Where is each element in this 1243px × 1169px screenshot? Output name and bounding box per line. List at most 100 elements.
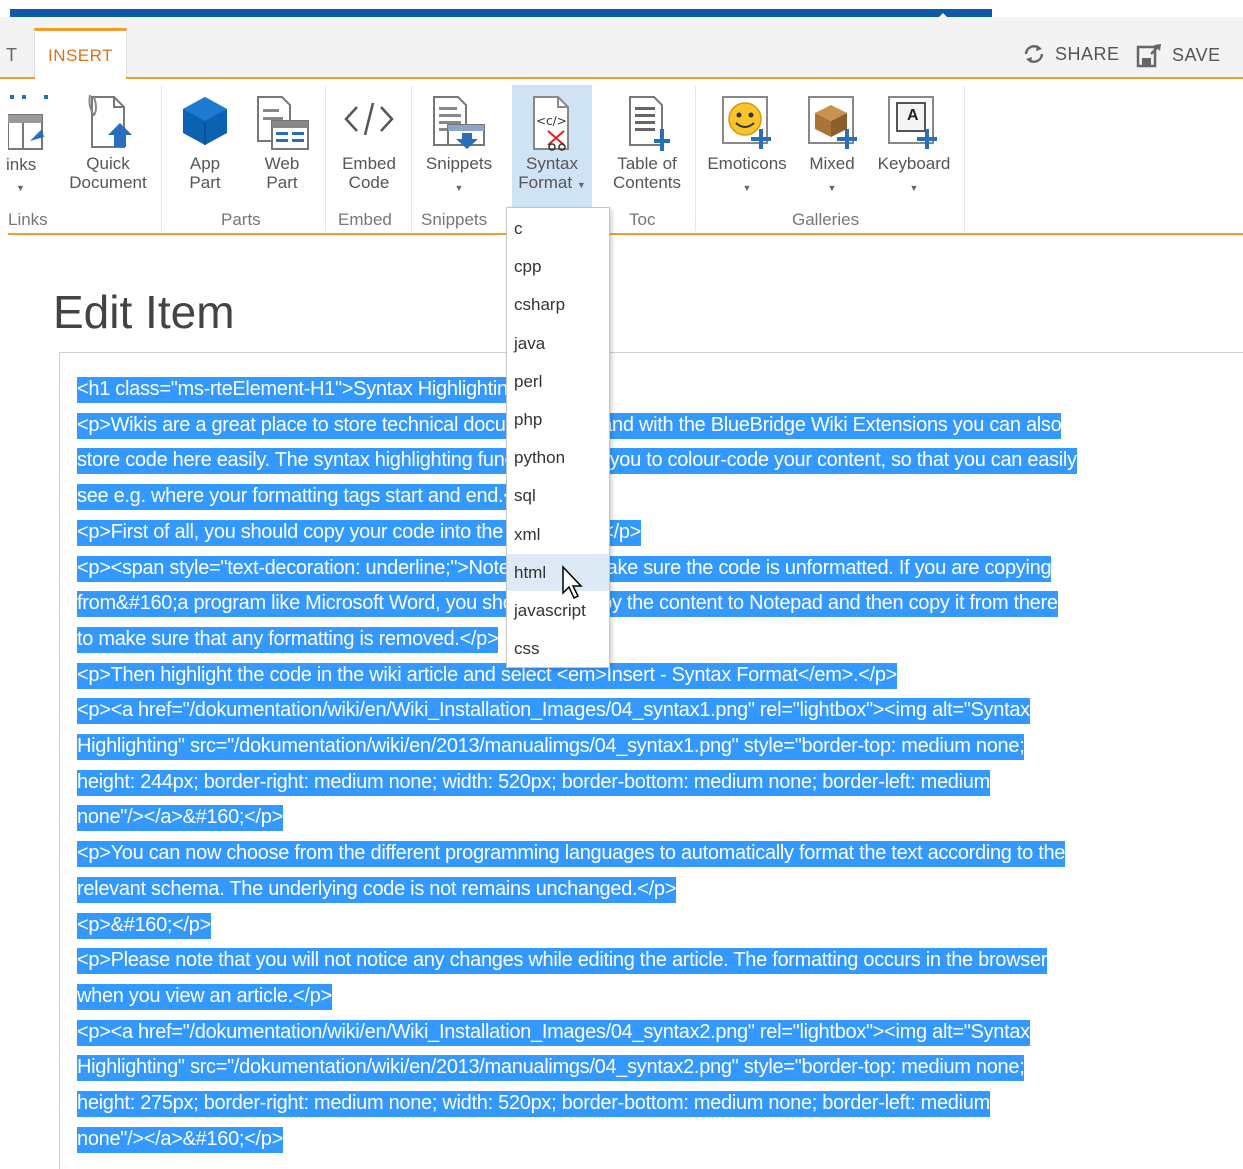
syntax-option-java[interactable]: java [507, 325, 609, 362]
keyboard-dropdown-arrow: ▼ [909, 183, 919, 193]
mouse-cursor-icon [562, 565, 583, 600]
mixed-dropdown-arrow: ▼ [827, 183, 837, 193]
snippets-icon [433, 96, 485, 149]
editor-line[interactable]: <p>Please note that you will not notice … [77, 943, 1243, 979]
emoticons-label: Emoticons [707, 154, 787, 173]
quick-document-label-1: Quick [86, 154, 130, 173]
editor-line[interactable]: none"/></a>&#160;</p> [77, 800, 1243, 836]
editor-line-text: see e.g. where your formatting tags star… [77, 484, 543, 511]
editor-line-text: when you view an article.</p> [77, 983, 332, 1010]
mixed-icon [808, 96, 857, 149]
galleries-group-label: Galleries [792, 210, 860, 229]
editor-line[interactable]: <p>Wikis are a great place to store tech… [77, 408, 1243, 444]
snippets-dropdown-arrow: ▼ [454, 183, 464, 193]
editor-line-text: height: 244px; border-right: medium none… [77, 769, 990, 796]
syntax-format-icon: <c/> [533, 96, 569, 151]
mixed-button[interactable]: Mixed ▼ [801, 93, 863, 205]
snippets-button[interactable]: Snippets ▼ [420, 93, 498, 205]
svg-text:<c/>: <c/> [536, 114, 567, 128]
syntax-format-dropdown-arrow: ▼ [576, 180, 586, 190]
syntax-format-button[interactable]: <c/> Syntax Format ▼ [512, 93, 592, 205]
syntax-option-perl[interactable]: perl [507, 363, 609, 400]
keyboard-key-letter: A [907, 107, 919, 124]
editor-line[interactable]: <p>You can now choose from the different… [77, 836, 1243, 872]
quick-document-button[interactable]: Quick Document [62, 93, 154, 205]
syntax-format-label-1: Syntax [526, 154, 578, 173]
emoticons-button[interactable]: Emoticons ▼ [703, 93, 791, 205]
syntax-option-php[interactable]: php [507, 401, 609, 438]
share-icon [1024, 45, 1044, 63]
editor-line-text: height: 275px; border-right: medium none… [77, 1091, 990, 1118]
snippets-group-label: Snippets [421, 210, 488, 229]
editor-line[interactable]: <p>First of all, you should copy your co… [77, 515, 1243, 551]
editor-line-text: <p><a href="/dokumentation/wiki/en/Wiki_… [77, 1019, 1030, 1046]
app-part-label-1: App [189, 154, 221, 173]
syntax-option-javascript[interactable]: javascript [507, 592, 609, 629]
syntax-option-xml[interactable]: xml [507, 516, 609, 553]
parts-group-label: Parts [221, 210, 261, 229]
syntax-option-python[interactable]: python [507, 439, 609, 476]
editor-line[interactable]: when you view an article.</p> [77, 979, 1243, 1015]
editor-line[interactable]: <p><a href="/dokumentation/wiki/en/Wiki_… [77, 693, 1243, 729]
editor-line-text: to make sure that any formatting is remo… [77, 626, 499, 653]
editor-line[interactable]: height: 244px; border-right: medium none… [77, 765, 1243, 801]
editor-line-text: <p><a href="/dokumentation/wiki/en/Wiki_… [77, 698, 1030, 725]
syntax-format-dropdown: c cpp csharp java perl php python sql xml html jav… [506, 207, 610, 668]
toc-group-label: Toc [629, 210, 656, 229]
editor-line[interactable]: Highlighting" src="/dokumentation/wiki/e… [77, 729, 1243, 765]
links-button[interactable]: inks ▼ [6, 93, 48, 205]
quick-document-icon [88, 94, 132, 148]
share-label: SHARE [1055, 43, 1120, 64]
web-part-icon [257, 96, 309, 150]
quick-document-label-2: Document [69, 173, 147, 192]
editor-line[interactable]: height: 275px; border-right: medium none… [77, 1086, 1243, 1122]
keyboard-button[interactable]: A Keyboard ▼ [873, 93, 955, 205]
editor-line[interactable]: <p><a href="/dokumentation/wiki/en/Wiki_… [77, 1015, 1243, 1051]
editor-line-text: <p>You can now choose from the different… [77, 841, 1065, 868]
table-of-contents-icon [629, 96, 670, 151]
keyboard-label: Keyboard [877, 154, 951, 173]
group-separator [695, 86, 696, 231]
table-of-contents-button[interactable]: Table of Contents [606, 93, 688, 205]
share-button[interactable]: SHARE [1021, 42, 1120, 66]
table-of-contents-label-2: Contents [612, 173, 682, 192]
links-dropdown-arrow: ▼ [16, 183, 25, 193]
editor-line[interactable]: see e.g. where your formatting tags star… [77, 479, 1243, 515]
links-label: inks [6, 155, 37, 174]
app-part-button[interactable]: App Part [177, 93, 233, 205]
syntax-option-cpp[interactable]: cpp [507, 248, 609, 285]
embed-group-label: Embed [338, 210, 392, 229]
editor-line[interactable]: <h1 class="ms-rteElement-H1">Syntax High… [77, 372, 1243, 408]
editor-line-text: relevant schema. The underlying code is … [77, 876, 676, 903]
editor-line[interactable]: <p>&#160;</p> [77, 908, 1243, 944]
syntax-option-c[interactable]: c [507, 210, 609, 247]
syntax-option-csharp[interactable]: csharp [507, 286, 609, 323]
editor-line[interactable]: to make sure that any formatting is remo… [77, 622, 1243, 658]
web-part-button[interactable]: Web Part [253, 93, 311, 205]
snippets-label: Snippets [425, 154, 493, 173]
editor-line[interactable]: store code here easily. The syntax highl… [77, 443, 1243, 479]
ribbon-bottom-border [8, 233, 1243, 235]
page-title: Edit Item [53, 286, 235, 338]
editor-line[interactable]: none"/></a>&#160;</p> [77, 1122, 1243, 1158]
editor-line[interactable]: <p><span style="text-decoration: underli… [77, 551, 1243, 587]
editor-line[interactable]: relevant schema. The underlying code is … [77, 872, 1243, 908]
syntax-option-sql[interactable]: sql [507, 477, 609, 514]
tab-insert[interactable]: INSERT [34, 28, 127, 78]
web-part-label-1: Web [264, 154, 300, 173]
editor-line[interactable]: Highlighting" src="/dokumentation/wiki/e… [77, 1050, 1243, 1086]
syntax-option-css[interactable]: css [507, 630, 609, 667]
syntax-format-label-2-text: Format [518, 173, 573, 192]
emoticons-dropdown-arrow: ▼ [742, 183, 752, 193]
editor-line-text: <p>Please note that you will not notice … [77, 948, 1047, 975]
save-button[interactable]: SAVE [1136, 42, 1221, 68]
editor-line[interactable]: from&#160;a program like Microsoft Word,… [77, 586, 1243, 622]
syntax-option-html[interactable]: html [507, 553, 609, 591]
editor-line-text: Highlighting" src="/dokumentation/wiki/e… [77, 1055, 1025, 1082]
tab-cut-off[interactable]: T [6, 45, 17, 66]
table-of-contents-label-1: Table of [617, 154, 677, 173]
editor-content[interactable]: <h1 class="ms-rteElement-H1">Syntax High… [77, 372, 1243, 1157]
editor-line[interactable]: <p>Then highlight the code in the wiki a… [77, 658, 1243, 694]
syntax-format-label-2: Format ▼ [512, 173, 592, 195]
embed-code-button[interactable]: Embed Code [337, 93, 401, 205]
